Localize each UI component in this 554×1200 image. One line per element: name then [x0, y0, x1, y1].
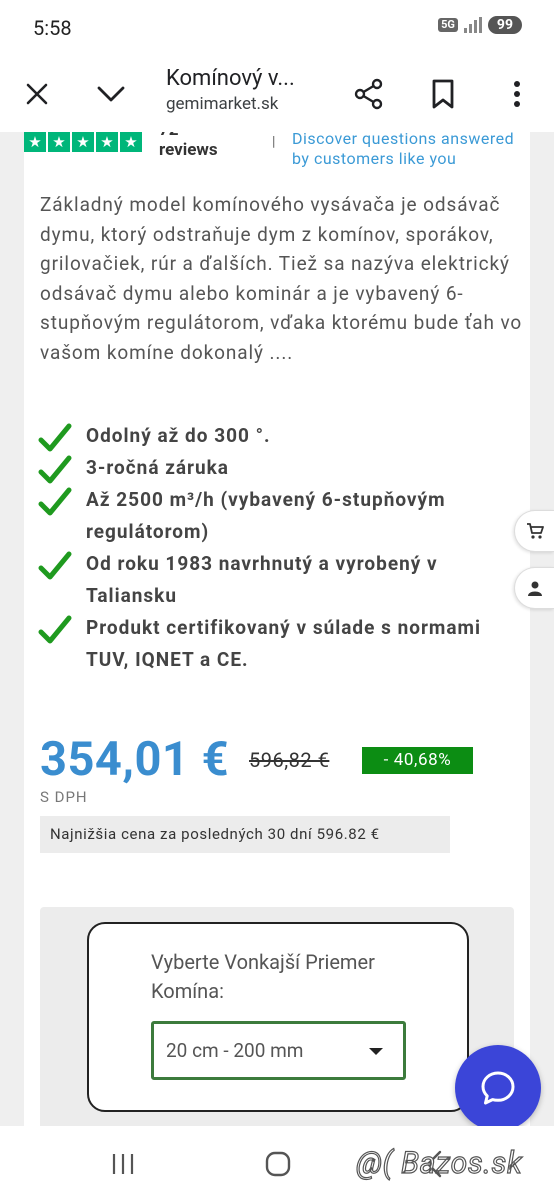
signal-icon [463, 17, 482, 33]
dropdown-arrow-icon [369, 1048, 383, 1055]
check-icon [38, 423, 72, 452]
status-indicators: 5G 99 [438, 16, 522, 34]
status-time: 5:58 [33, 16, 72, 40]
product-card: ★ ★ ★ ★ ★ 72 reviews | Discover question… [24, 132, 530, 1126]
bookmark-icon[interactable] [421, 72, 465, 116]
more-vert-icon[interactable] [495, 72, 539, 116]
rating-separator: | [272, 134, 276, 150]
variant-panel: Vyberte Vonkajší Priemer Komína: 20 cm -… [40, 907, 514, 1126]
close-icon[interactable] [15, 72, 59, 116]
feature-text: 3-ročná záruka [86, 456, 229, 479]
account-tab[interactable] [514, 567, 554, 609]
network-type-badge: 5G [438, 18, 458, 32]
page-title-block: Komínový v... gemimarket.sk [166, 66, 336, 114]
cart-tab[interactable] [514, 510, 554, 552]
status-bar: 5:58 5G 99 [0, 0, 554, 56]
current-price: 354,01 € [40, 732, 230, 787]
variant-box: Vyberte Vonkajší Priemer Komína: 20 cm -… [87, 922, 469, 1112]
page-title: Komínový v... [166, 66, 295, 91]
feature-text: Až 2500 m³/h (vybavený 6-stupňovým regul… [86, 488, 446, 543]
discover-questions-link[interactable]: Discover questions answered by customers… [292, 132, 522, 169]
trustpilot-stars: ★ ★ ★ ★ ★ [24, 132, 142, 152]
custom-tab-toolbar: Komínový v... gemimarket.sk [0, 56, 554, 132]
star-icon: ★ [96, 132, 118, 152]
star-icon: ★ [48, 132, 70, 152]
diameter-select-value: 20 cm - 200 mm [166, 1039, 304, 1062]
user-icon [527, 581, 542, 596]
cart-icon [526, 523, 544, 539]
share-icon[interactable] [347, 72, 391, 116]
check-icon [38, 487, 72, 516]
feature-text: Produkt certifikovaný v súlade s normami… [86, 616, 482, 671]
discount-badge: - 40,68% [362, 747, 473, 774]
home-icon[interactable] [253, 1146, 303, 1182]
feature-item: Produkt certifikovaný v súlade s normami… [38, 612, 518, 676]
battery-badge: 99 [487, 16, 522, 34]
watermark: @( Bazos.sk [355, 1145, 523, 1181]
check-icon [38, 615, 72, 644]
star-icon: ★ [120, 132, 142, 152]
chevron-down-icon[interactable] [89, 72, 133, 116]
variant-label: Vyberte Vonkajší Priemer Komína: [151, 950, 375, 1003]
vat-note: S DPH [40, 788, 88, 806]
feature-item: Od roku 1983 navrhnutý a vyrobený v Tali… [38, 548, 518, 612]
feature-list: Odolný až do 300 °. 3-ročná záruka Až 25… [38, 420, 518, 676]
rating-row: ★ ★ ★ ★ ★ 72 reviews | Discover question… [24, 132, 530, 192]
check-icon [38, 455, 72, 484]
recent-apps-icon[interactable] [98, 1146, 148, 1182]
chat-button[interactable] [455, 1045, 541, 1131]
web-page[interactable]: ★ ★ ★ ★ ★ 72 reviews | Discover question… [0, 132, 554, 1126]
product-description: Základný model komínového vysávača je od… [40, 193, 523, 364]
page-url: gemimarket.sk [166, 94, 279, 114]
feature-item: Až 2500 m³/h (vybavený 6-stupňovým regul… [38, 484, 518, 548]
feature-item: Odolný až do 300 °. [38, 420, 518, 452]
feature-item: 3-ročná záruka [38, 452, 518, 484]
chat-icon [481, 1071, 515, 1105]
system-nav-bar: @( Bazos.sk [0, 1126, 554, 1200]
diameter-select[interactable]: 20 cm - 200 mm [151, 1021, 406, 1080]
check-icon [38, 551, 72, 580]
star-icon: ★ [24, 132, 46, 152]
old-price: 596,82 € [249, 748, 330, 772]
feature-text: Od roku 1983 navrhnutý a vyrobený v Tali… [86, 552, 438, 607]
price-row: 354,01 € 596,82 € - 40,68% [40, 732, 520, 792]
feature-text: Odolný až do 300 °. [86, 424, 271, 447]
reviews-count: 72 [159, 132, 179, 140]
reviews-label[interactable]: reviews [159, 140, 218, 160]
lowest-price-note: Najnižšia cena za posledných 30 dní 596.… [40, 816, 450, 853]
star-icon: ★ [72, 132, 94, 152]
